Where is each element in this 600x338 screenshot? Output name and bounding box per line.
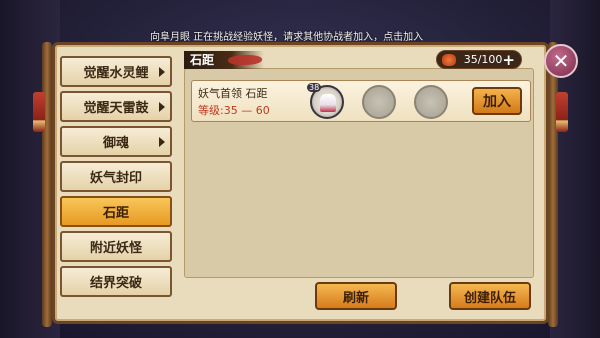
stamina-counter: 35/100 + [436,50,522,69]
sidebar-item-shiju[interactable]: 石距 [60,196,172,227]
refresh-button[interactable]: 刷新 [315,282,397,310]
sidebar-item-nearby-demons[interactable]: 附近妖怪 [60,231,172,262]
team-slot-filled: 38 [307,83,344,119]
level-range: 等级:35 — 60 [198,104,270,117]
sidebar: 觉醒水灵鲤 觉醒天雷鼓 御魂 妖气封印 石距 附近妖怪 结界突破 [60,56,178,306]
scroll-rod-left [42,42,52,327]
sidebar-item-water-koi[interactable]: 觉醒水灵鲤 [60,56,172,87]
sidebar-item-demon-seal[interactable]: 妖气封印 [60,161,172,192]
chevron-right-icon [159,136,165,147]
section-header: 石距 [184,51,264,69]
team-slot-empty [362,85,396,119]
sidebar-item-label: 石距 [102,206,129,221]
team-card: 妖气首领 石距 等级:35 — 60 38 加入 [191,80,531,122]
sidebar-item-thunder-drum[interactable]: 觉醒天雷鼓 [60,91,172,122]
sidebar-item-label: 御魂 [102,136,129,151]
member-level: 38 [307,83,322,92]
sidebar-item-label: 觉醒天雷鼓 [83,101,149,116]
avatar [320,94,336,112]
close-button[interactable]: ✕ [544,44,578,78]
close-icon: ✕ [552,49,570,73]
boss-title: 妖气首领 石距 [198,87,268,100]
create-team-button[interactable]: 创建队伍 [449,282,531,310]
ink-stamp-decoration [228,55,262,65]
sidebar-item-barrier-breakthrough[interactable]: 结界突破 [60,266,172,297]
chevron-right-icon [159,101,165,112]
drum-icon [442,53,456,66]
stamina-value: 35/100 [463,53,503,66]
section-title: 石距 [190,53,215,67]
tassel-right [556,92,568,132]
join-button[interactable]: 加入 [472,87,522,115]
sidebar-item-label: 结界突破 [89,276,142,291]
sidebar-item-label: 觉醒水灵鲤 [83,66,149,81]
sidebar-item-label: 妖气封印 [89,171,142,186]
sidebar-item-label: 附近妖怪 [89,241,142,256]
team-slot-empty [414,85,448,119]
add-stamina-button[interactable]: + [502,51,515,69]
sidebar-item-soul[interactable]: 御魂 [60,126,172,157]
chevron-right-icon [159,66,165,77]
tassel-left [33,92,45,132]
scroll-rod-right [548,42,558,327]
